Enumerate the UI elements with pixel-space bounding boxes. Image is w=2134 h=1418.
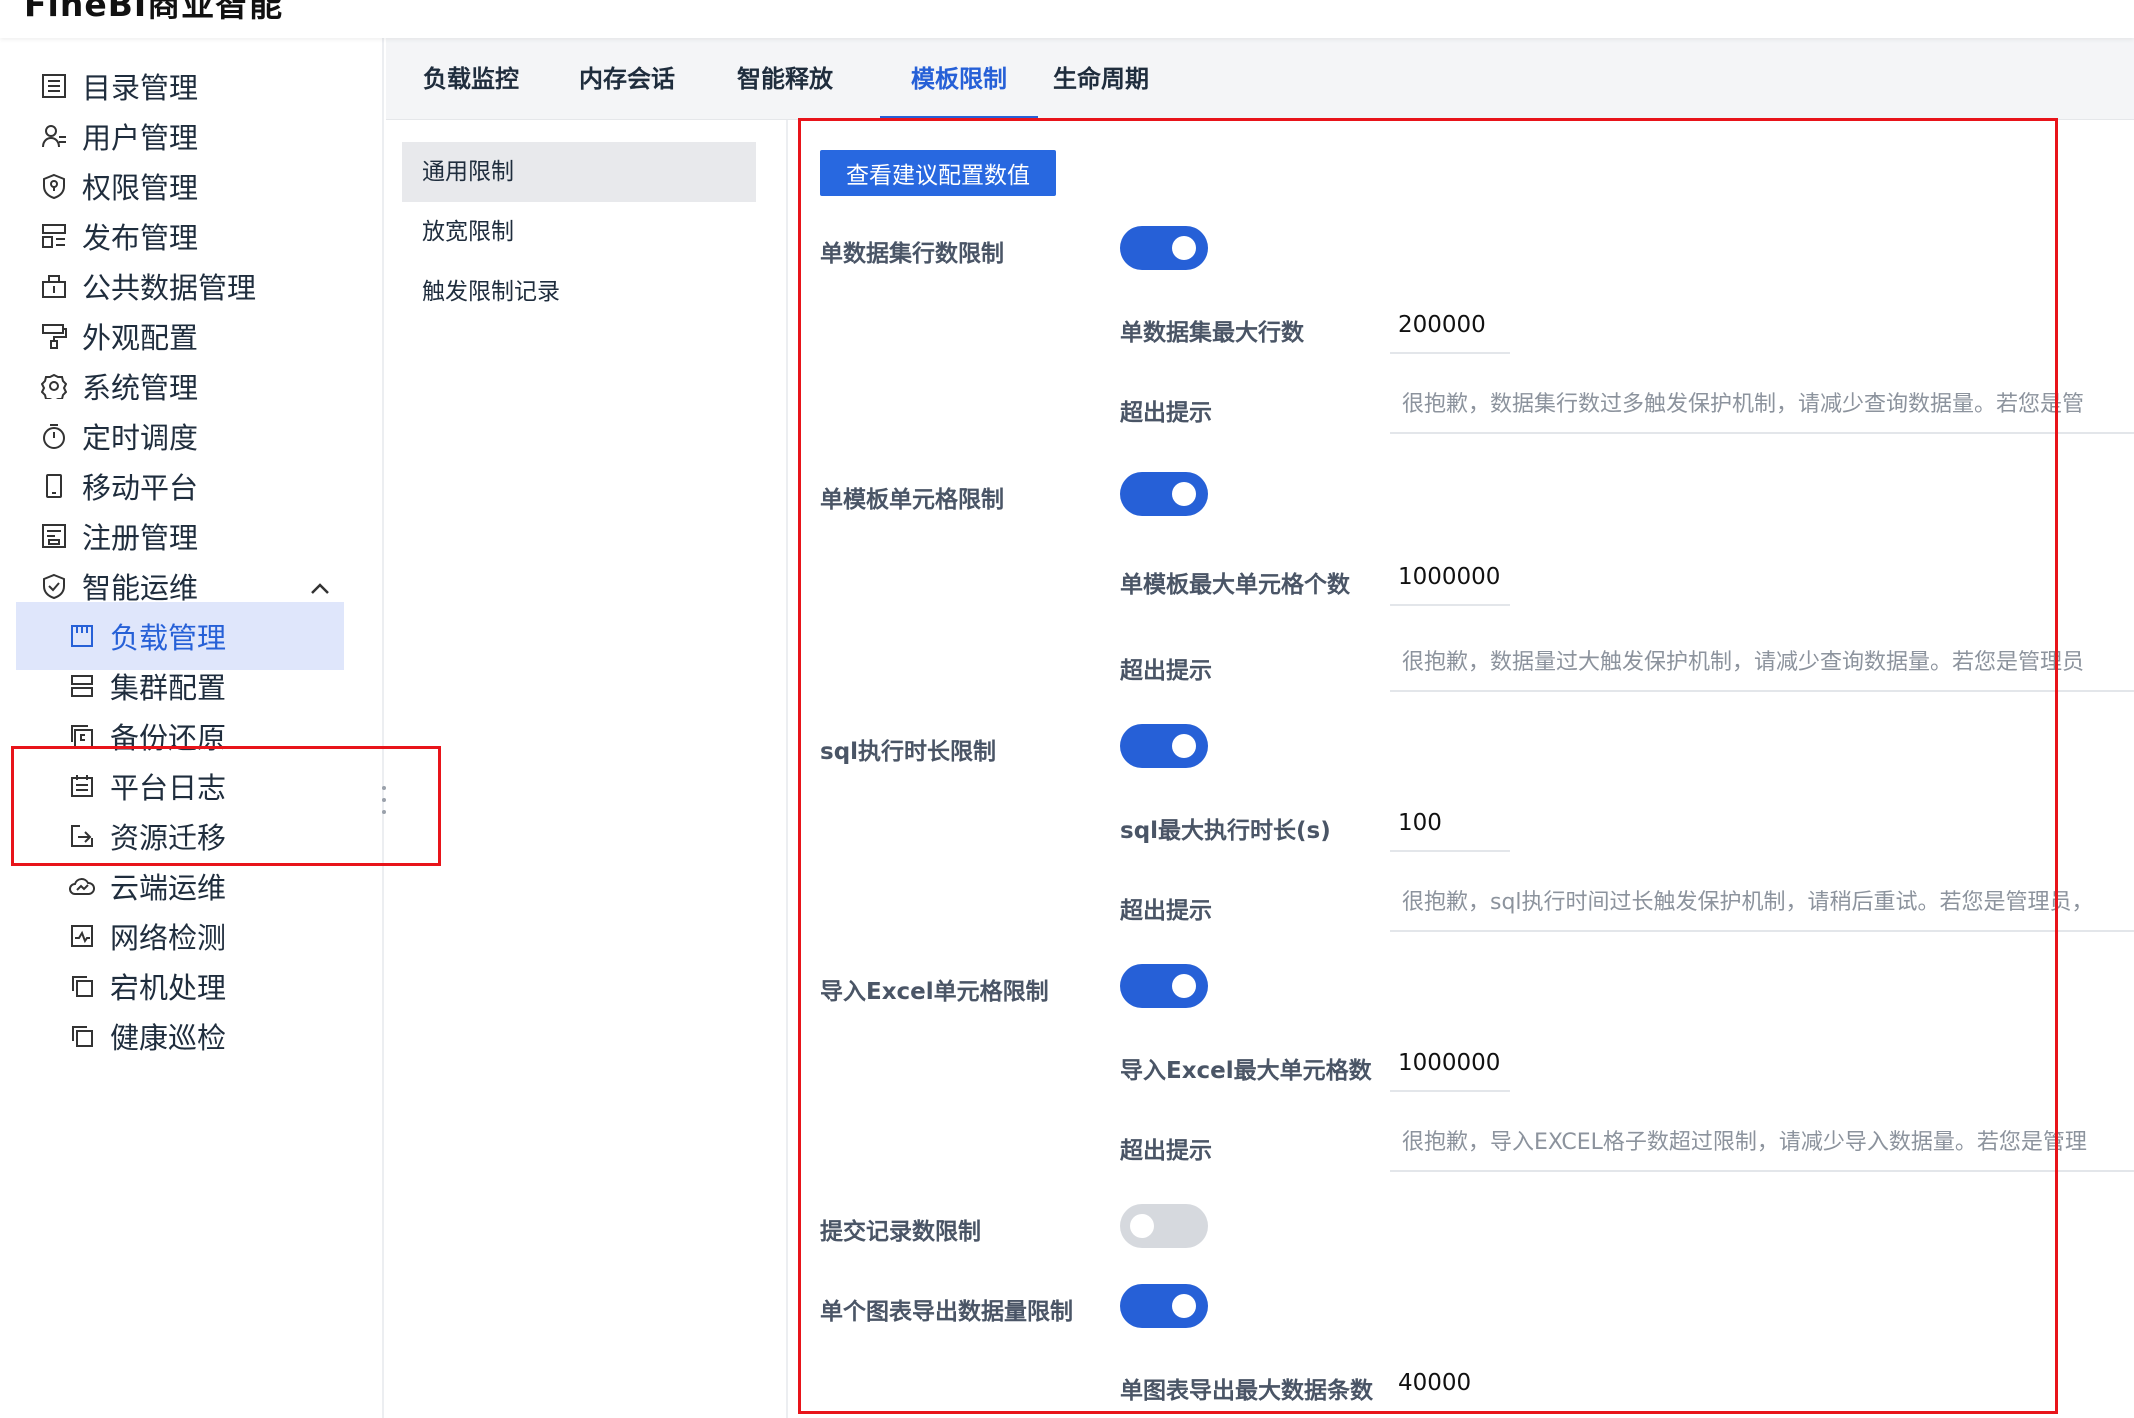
chart-export-limit-label: 单个图表导出数据量限制 <box>820 1299 1073 1325</box>
network-icon <box>68 922 96 950</box>
calendar-log-icon <box>68 772 96 800</box>
sql-hint-label: 超出提示 <box>1120 898 1212 924</box>
sidebar-item-label: 宕机处理 <box>110 971 227 1005</box>
sidebar-subitem-health[interactable]: 健康巡检 <box>0 1002 384 1070</box>
tab-bar: 负载监控 内存会话 智能释放 模板限制 生命周期 <box>386 38 2134 120</box>
tab-template-limit[interactable]: 模板限制 <box>880 38 1038 120</box>
sidebar-item-label: 网络检测 <box>110 921 227 955</box>
sidebar: 目录管理 用户管理 权限管理 发布管理 公共数据管理 外观配置 系统管理 定时调… <box>0 38 384 1418</box>
paint-roller-icon <box>40 322 68 350</box>
sidebar-item-label: 集群配置 <box>110 671 227 705</box>
sidebar-item-label: 权限管理 <box>82 171 199 205</box>
template-cells-limit-toggle[interactable] <box>1120 472 1208 516</box>
publish-icon <box>40 222 68 250</box>
cloud-icon <box>68 872 96 900</box>
dataset-max-rows-input[interactable]: 200000 <box>1390 302 1510 354</box>
backup-icon <box>68 722 96 750</box>
template-max-cells-input[interactable]: 1000000 <box>1390 554 1510 606</box>
sidebar-item-label: 公共数据管理 <box>82 271 257 305</box>
excel-hint-label: 超出提示 <box>1120 1138 1212 1164</box>
template-hint-label: 超出提示 <box>1120 658 1212 684</box>
sidebar-item-label: 发布管理 <box>82 221 199 255</box>
submenu-general-limit[interactable]: 通用限制 <box>402 142 756 202</box>
excel-cells-limit-toggle[interactable] <box>1120 964 1208 1008</box>
view-suggested-config-button[interactable]: 查看建议配置数值 <box>820 150 1056 196</box>
chart-export-max-label: 单图表导出最大数据条数 <box>1120 1378 1373 1404</box>
dataset-max-rows-label: 单数据集最大行数 <box>1120 320 1304 346</box>
register-icon <box>40 522 68 550</box>
limit-submenu: 通用限制 放宽限制 触发限制记录 <box>386 120 788 1418</box>
sql-max-duration-label: sql最大执行时长(s) <box>1120 818 1331 844</box>
chart-export-limit-toggle[interactable] <box>1120 1284 1208 1328</box>
sidebar-item-label: 系统管理 <box>82 371 199 405</box>
migrate-icon <box>68 822 96 850</box>
sidebar-item-label: 注册管理 <box>82 521 199 555</box>
chevron-up-icon[interactable] <box>308 574 332 598</box>
top-header: FineBI商业智能 <box>0 0 2134 38</box>
tab-smart-release[interactable]: 智能释放 <box>730 38 840 120</box>
app-brand: FineBI商业智能 <box>24 0 284 24</box>
shield-icon <box>40 172 68 200</box>
sidebar-item-label: 资源迁移 <box>110 821 227 855</box>
dataset-hint-input[interactable]: 很抱歉，数据集行数过多触发保护机制，请减少查询数据量。若您是管 <box>1390 382 2134 434</box>
sidebar-item-label: 平台日志 <box>110 771 227 805</box>
dataset-rows-limit-toggle[interactable] <box>1120 226 1208 270</box>
submenu-trigger-records[interactable]: 触发限制记录 <box>402 262 756 322</box>
copy-icon <box>68 972 96 1000</box>
excel-max-cells-input[interactable]: 1000000 <box>1390 1040 1510 1092</box>
tab-load-monitor[interactable]: 负载监控 <box>416 38 526 120</box>
gear-icon <box>40 372 68 400</box>
sidebar-item-label: 定时调度 <box>82 421 199 455</box>
limit-settings-panel: 查看建议配置数值 单数据集行数限制 单数据集最大行数 200000 超出提示 很… <box>790 120 2134 1418</box>
tab-memory-session[interactable]: 内存会话 <box>572 38 682 120</box>
load-icon <box>68 622 96 650</box>
ops-icon <box>40 572 68 600</box>
timer-icon <box>40 422 68 450</box>
sql-max-duration-input[interactable]: 100 <box>1390 800 1510 852</box>
submit-records-limit-label: 提交记录数限制 <box>820 1219 981 1245</box>
dataset-hint-label: 超出提示 <box>1120 400 1212 426</box>
dataset-rows-limit-label: 单数据集行数限制 <box>820 241 1004 267</box>
sidebar-item-label: 移动平台 <box>82 471 199 505</box>
template-hint-input[interactable]: 很抱歉，数据量过大触发保护机制，请减少查询数据量。若您是管理员 <box>1390 640 2134 692</box>
sidebar-item-label: 备份还原 <box>110 721 227 755</box>
chart-export-max-input[interactable]: 40000 <box>1390 1360 1510 1412</box>
sidebar-item-label: 云端运维 <box>110 871 227 905</box>
user-icon <box>40 122 68 150</box>
cluster-icon <box>68 672 96 700</box>
excel-max-cells-label: 导入Excel最大单元格数 <box>1120 1058 1372 1084</box>
sidebar-item-label: 用户管理 <box>82 121 199 155</box>
submenu-relaxed-limit[interactable]: 放宽限制 <box>402 202 756 262</box>
sidebar-item-label: 智能运维 <box>82 571 199 605</box>
mobile-icon <box>40 472 68 500</box>
sidebar-item-label: 负载管理 <box>110 621 227 655</box>
submit-records-limit-toggle[interactable] <box>1120 1204 1208 1248</box>
list-icon <box>40 72 68 100</box>
sidebar-item-label: 外观配置 <box>82 321 199 355</box>
sql-duration-limit-label: sql执行时长限制 <box>820 739 997 765</box>
copy-icon <box>68 1022 96 1050</box>
data-icon <box>40 272 68 300</box>
excel-cells-limit-label: 导入Excel单元格限制 <box>820 979 1049 1005</box>
sidebar-item-label: 目录管理 <box>82 71 199 105</box>
sql-duration-limit-toggle[interactable] <box>1120 724 1208 768</box>
template-max-cells-label: 单模板最大单元格个数 <box>1120 572 1350 598</box>
tab-lifecycle[interactable]: 生命周期 <box>1046 38 1156 120</box>
excel-hint-input[interactable]: 很抱歉，导入EXCEL格子数超过限制，请减少导入数据量。若您是管理 <box>1390 1120 2134 1172</box>
sql-hint-input[interactable]: 很抱歉，sql执行时间过长触发保护机制，请稍后重试。若您是管理员， <box>1390 880 2134 932</box>
template-cells-limit-label: 单模板单元格限制 <box>820 487 1004 513</box>
sidebar-item-label: 健康巡检 <box>110 1021 227 1055</box>
